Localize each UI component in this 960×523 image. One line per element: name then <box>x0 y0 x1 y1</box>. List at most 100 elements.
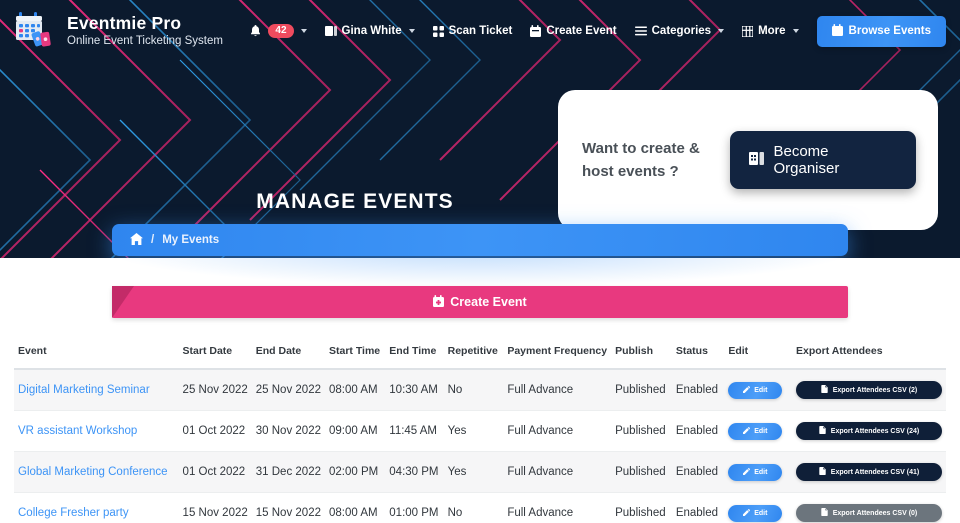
table-header-row: Event Start Date End Date Start Time End… <box>14 345 946 370</box>
cell-payment-frequency: Full Advance <box>503 492 612 523</box>
column-header-publish: Publish <box>611 345 672 370</box>
cell-edit: Edit <box>724 410 792 452</box>
cell-repetitive: Yes <box>443 410 504 452</box>
cell-end-date: 30 Nov 2022 <box>251 410 325 452</box>
breadcrumb-wrapper: / My Events <box>112 224 848 256</box>
create-event-button[interactable]: Create Event <box>112 286 848 318</box>
cell-start-date: 01 Oct 2022 <box>178 410 252 452</box>
cell-publish: Published <box>611 369 672 411</box>
edit-button-label: Edit <box>754 468 768 476</box>
table-row: College Fresher party 15 Nov 2022 15 Nov 2… <box>14 492 946 523</box>
cell-edit: Edit <box>724 492 792 523</box>
nav-item-label: Create Event <box>546 25 617 37</box>
cell-start-date: 15 Nov 2022 <box>178 492 252 523</box>
cell-start-date: 25 Nov 2022 <box>178 369 252 411</box>
table-head: Event Start Date End Date Start Time End… <box>14 345 946 370</box>
table-body: Digital Marketing Seminar 25 Nov 2022 25 N… <box>14 369 946 523</box>
cell-end-date: 15 Nov 2022 <box>251 492 325 523</box>
file-csv-icon <box>819 467 826 477</box>
cell-status: Enabled <box>671 369 725 411</box>
user-card-icon <box>324 25 337 37</box>
cell-end-date: 31 Dec 2022 <box>251 451 325 493</box>
table-row: VR assistant Workshop 01 Oct 2022 30 Nov 2… <box>14 410 946 452</box>
file-csv-icon <box>821 385 828 395</box>
export-attendees-button[interactable]: Export Attendees CSV (41) <box>796 463 942 481</box>
cell-edit: Edit <box>724 451 792 493</box>
become-organiser-button[interactable]: Become Organiser <box>730 131 916 189</box>
edit-button[interactable]: Edit <box>728 381 783 399</box>
table-row: Digital Marketing Seminar 25 Nov 2022 25 N… <box>14 369 946 411</box>
create-event-row: Create Event <box>0 258 960 318</box>
event-name-link[interactable]: Digital Marketing Seminar <box>18 384 150 396</box>
nav-item-label: Gina White <box>341 25 402 37</box>
file-csv-icon <box>821 508 828 518</box>
column-header-edit: Edit <box>724 345 792 370</box>
nav-item-label: Scan Ticket <box>448 25 513 37</box>
nav-item-label: Categories <box>651 25 712 37</box>
export-attendees-button[interactable]: Export Attendees CSV (2) <box>796 381 942 399</box>
export-attendees-label: Export Attendees CSV (2) <box>832 386 918 394</box>
organiser-icon <box>749 151 765 170</box>
export-attendees-button: Export Attendees CSV (0) <box>796 504 942 522</box>
export-attendees-label: Export Attendees CSV (41) <box>830 468 920 476</box>
cell-payment-frequency: Full Advance <box>503 369 612 411</box>
export-attendees-label: Export Attendees CSV (0) <box>832 509 918 517</box>
cell-export: Export Attendees CSV (2) <box>792 369 946 411</box>
browse-events-button[interactable]: Browse Events <box>816 15 946 47</box>
nav-item-create-event[interactable]: Create Event <box>521 19 625 43</box>
breadcrumb-current[interactable]: My Events <box>162 234 219 246</box>
event-name-link: College Fresher party <box>14 492 179 523</box>
table-row: Global Marketing Conference 01 Oct 2022 31… <box>14 451 946 493</box>
home-icon[interactable] <box>130 232 143 248</box>
breadcrumb: / My Events <box>112 224 848 256</box>
column-header-end-date: End Date <box>251 345 325 370</box>
cell-status: Enabled <box>671 451 725 493</box>
column-header-status: Status <box>671 345 725 370</box>
cell-end-time: 04:30 PM <box>385 451 444 493</box>
event-name-link[interactable]: College Fresher party <box>18 507 129 519</box>
nav-item-more[interactable]: More <box>733 19 807 43</box>
nav-item-categories[interactable]: Categories <box>626 19 733 43</box>
cell-end-date: 25 Nov 2022 <box>251 369 325 411</box>
edit-pencil-icon <box>743 467 751 477</box>
chevron-down-icon <box>408 29 415 33</box>
column-header-end-time: End Time <box>385 345 444 370</box>
column-header-start-date: Start Date <box>178 345 252 370</box>
edit-pencil-icon <box>743 385 751 395</box>
cell-payment-frequency: Full Advance <box>503 451 612 493</box>
chevron-down-icon <box>718 29 725 33</box>
cell-repetitive: Yes <box>443 451 504 493</box>
main-content: Create Event Event Start Date End Date S… <box>0 258 960 523</box>
nav-items-container: 42 Gina White Scan Ticket Create Event C… <box>241 15 946 47</box>
cell-status: Enabled <box>671 492 725 523</box>
brand-logo-area[interactable]: Eventmie Pro Online Event Ticketing Syst… <box>14 10 223 52</box>
cell-start-time: 08:00 AM <box>324 369 386 411</box>
column-header-repetitive: Repetitive <box>443 345 504 370</box>
export-attendees-button[interactable]: Export Attendees CSV (24) <box>796 422 942 440</box>
edit-button-label: Edit <box>754 509 768 517</box>
event-name-link: Global Marketing Conference <box>14 451 179 493</box>
edit-button[interactable]: Edit <box>728 504 783 522</box>
cell-start-time: 09:00 AM <box>324 410 386 452</box>
cell-start-time: 08:00 AM <box>324 492 386 523</box>
column-header-export-attendees: Export Attendees <box>792 345 946 370</box>
cell-edit: Edit <box>724 369 792 411</box>
event-name-link[interactable]: Global Marketing Conference <box>18 466 168 478</box>
edit-button[interactable]: Edit <box>728 463 783 481</box>
cell-export: Export Attendees CSV (41) <box>792 451 946 493</box>
export-attendees-label: Export Attendees CSV (24) <box>830 427 920 435</box>
edit-button[interactable]: Edit <box>728 422 783 440</box>
file-csv-icon <box>819 426 826 436</box>
calendar-plus-icon <box>433 294 445 310</box>
events-table-wrapper: Event Start Date End Date Start Time End… <box>0 345 960 523</box>
nav-item-user-menu[interactable]: Gina White <box>316 19 424 43</box>
top-navigation-bar: Eventmie Pro Online Event Ticketing Syst… <box>0 0 960 62</box>
chevron-down-icon <box>300 29 307 33</box>
chevron-down-icon <box>792 29 799 33</box>
grid-icon <box>742 25 754 37</box>
cell-payment-frequency: Full Advance <box>503 410 612 452</box>
notifications-button[interactable]: 42 <box>241 18 315 45</box>
nav-item-scan-ticket[interactable]: Scan Ticket <box>424 19 522 43</box>
event-name-link[interactable]: VR assistant Workshop <box>18 425 137 437</box>
cell-export: Export Attendees CSV (0) <box>792 492 946 523</box>
